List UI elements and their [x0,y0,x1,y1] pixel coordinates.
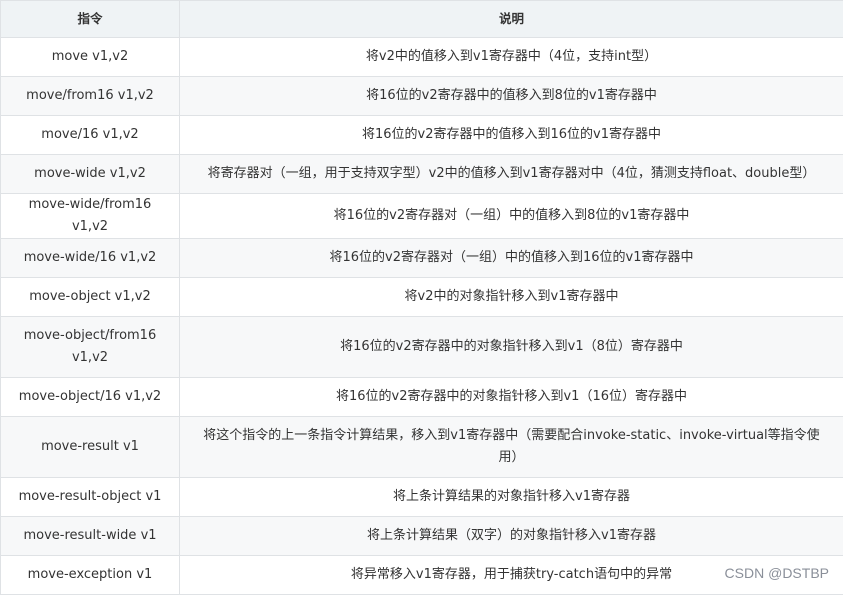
table-row: move-exception v1 将异常移入v1寄存器，用于捕获try-cat… [1,556,843,595]
description-cell: 将这个指令的上一条指令计算结果，移入到v1寄存器中（需要配合invoke-sta… [180,417,843,478]
csdn-watermark: CSDN @DSTBP [725,565,829,581]
description-cell: 将16位的v2寄存器对（一组）中的值移入到8位的v1寄存器中 [180,194,843,239]
instruction-cell: move-result v1 [1,417,180,478]
description-cell: 将寄存器对（一组，用于支持双字型）v2中的值移入到v1寄存器对中（4位，猜测支持… [180,155,843,194]
instruction-cell: move-wide v1,v2 [1,155,180,194]
description-cell: 将16位的v2寄存器中的对象指针移入到v1（8位）寄存器中 [180,317,843,378]
instruction-cell: move-result-wide v1 [1,517,180,556]
description-cell: 将上条计算结果（双字）的对象指针移入v1寄存器 [180,517,843,556]
instruction-cell: move-exception v1 [1,556,180,595]
table-row: move-result v1 将这个指令的上一条指令计算结果，移入到v1寄存器中… [1,417,843,478]
header-description: 说明 [180,1,843,38]
table-row: move-result-object v1 将上条计算结果的对象指针移入v1寄存… [1,478,843,517]
description-cell: 将v2中的对象指针移入到v1寄存器中 [180,278,843,317]
table-row: move-object v1,v2 将v2中的对象指针移入到v1寄存器中 [1,278,843,317]
instruction-cell: move-object/from16 v1,v2 [1,317,180,378]
description-cell: 将16位的v2寄存器中的值移入到8位的v1寄存器中 [180,77,843,116]
instruction-cell: move v1,v2 [1,38,180,77]
instruction-cell: move-wide/16 v1,v2 [1,239,180,278]
table-row: move/16 v1,v2 将16位的v2寄存器中的值移入到16位的v1寄存器中 [1,116,843,155]
table-row: move-wide/from16 v1,v2 将16位的v2寄存器对（一组）中的… [1,194,843,239]
table-row: move-wide v1,v2 将寄存器对（一组，用于支持双字型）v2中的值移入… [1,155,843,194]
description-cell: 将上条计算结果的对象指针移入v1寄存器 [180,478,843,517]
instruction-cell: move-wide/from16 v1,v2 [1,194,180,239]
instruction-table: 指令 说明 move v1,v2 将v2中的值移入到v1寄存器中（4位，支持in… [0,0,843,595]
instruction-cell: move/16 v1,v2 [1,116,180,155]
description-cell: 将16位的v2寄存器对（一组）中的值移入到16位的v1寄存器中 [180,239,843,278]
description-cell: 将16位的v2寄存器中的对象指针移入到v1（16位）寄存器中 [180,378,843,417]
instruction-cell: move/from16 v1,v2 [1,77,180,116]
table-row: move/from16 v1,v2 将16位的v2寄存器中的值移入到8位的v1寄… [1,77,843,116]
description-cell: 将16位的v2寄存器中的值移入到16位的v1寄存器中 [180,116,843,155]
table-header-row: 指令 说明 [1,1,843,38]
header-instruction: 指令 [1,1,180,38]
instruction-cell: move-object v1,v2 [1,278,180,317]
description-cell: 将v2中的值移入到v1寄存器中（4位，支持int型） [180,38,843,77]
table-row: move-result-wide v1 将上条计算结果（双字）的对象指针移入v1… [1,517,843,556]
instruction-cell: move-result-object v1 [1,478,180,517]
table-row: move-object/from16 v1,v2 将16位的v2寄存器中的对象指… [1,317,843,378]
instruction-cell: move-object/16 v1,v2 [1,378,180,417]
table-row: move-object/16 v1,v2 将16位的v2寄存器中的对象指针移入到… [1,378,843,417]
table-row: move-wide/16 v1,v2 将16位的v2寄存器对（一组）中的值移入到… [1,239,843,278]
table-row: move v1,v2 将v2中的值移入到v1寄存器中（4位，支持int型） [1,38,843,77]
